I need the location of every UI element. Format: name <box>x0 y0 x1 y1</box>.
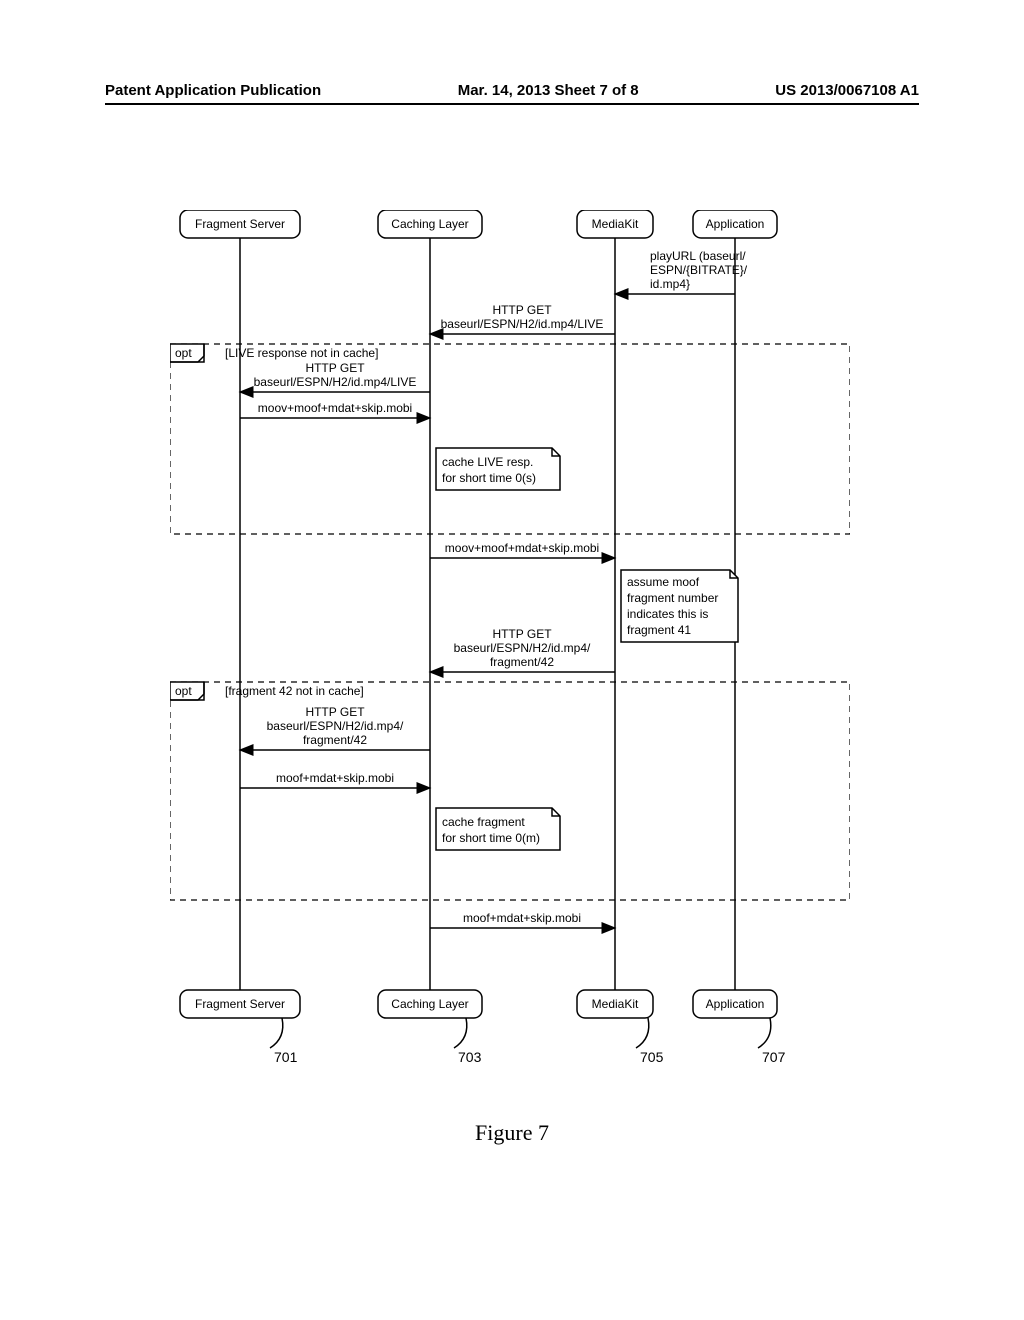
opt-block-live-not-in-cache: opt [LIVE response not in cache] <box>170 344 850 534</box>
svg-text:moof+mdat+skip.mobi: moof+mdat+skip.mobi <box>276 771 394 785</box>
svg-text:moov+moof+mdat+skip.mobi: moov+moof+mdat+skip.mobi <box>445 541 599 555</box>
svg-text:moof+mdat+skip.mobi: moof+mdat+skip.mobi <box>463 911 581 925</box>
svg-text:fragment/42: fragment/42 <box>303 733 367 747</box>
svg-text:705: 705 <box>640 1049 664 1065</box>
participant-application-top: Application <box>693 210 777 238</box>
svg-text:HTTP GET: HTTP GET <box>305 361 365 375</box>
svg-text:opt: opt <box>175 346 192 360</box>
header-left: Patent Application Publication <box>105 82 321 99</box>
participant-fragment-server-bottom: Fragment Server <box>180 990 300 1018</box>
svg-text:opt: opt <box>175 684 192 698</box>
msg-moof-to-cache: moof+mdat+skip.mobi <box>240 771 430 788</box>
svg-text:MediaKit: MediaKit <box>592 217 639 231</box>
participant-caching-layer-top: Caching Layer <box>378 210 482 238</box>
participant-caching-layer-bottom: Caching Layer <box>378 990 482 1018</box>
svg-text:701: 701 <box>274 1049 298 1065</box>
reference-703: 703 <box>454 1018 482 1065</box>
participant-application-bottom: Application <box>693 990 777 1018</box>
note-cache-live: cache LIVE resp. for short time 0(s) <box>436 448 560 490</box>
svg-text:moov+moof+mdat+skip.mobi: moov+moof+mdat+skip.mobi <box>258 401 412 415</box>
svg-text:cache LIVE resp.: cache LIVE resp. <box>442 455 533 469</box>
svg-text:Caching Layer: Caching Layer <box>391 997 468 1011</box>
svg-text:fragment/42: fragment/42 <box>490 655 554 669</box>
participant-fragment-server-top: Fragment Server <box>180 210 300 238</box>
msg-moof-to-mediakit: moof+mdat+skip.mobi <box>430 911 615 928</box>
svg-text:baseurl/ESPN/H2/id.mp4/: baseurl/ESPN/H2/id.mp4/ <box>454 641 591 655</box>
svg-text:fragment number: fragment number <box>627 591 718 605</box>
svg-text:[fragment 42 not in cache]: [fragment 42 not in cache] <box>225 684 364 698</box>
reference-701: 701 <box>270 1018 298 1065</box>
reference-707: 707 <box>758 1018 786 1065</box>
svg-text:baseurl/ESPN/H2/id.mp4/: baseurl/ESPN/H2/id.mp4/ <box>267 719 404 733</box>
svg-text:HTTP GET: HTTP GET <box>492 627 552 641</box>
svg-text:playURL (baseurl/: playURL (baseurl/ <box>650 249 746 263</box>
msg-moov-to-cache: moov+moof+mdat+skip.mobi <box>240 401 430 418</box>
svg-text:Application: Application <box>706 217 765 231</box>
svg-text:fragment 41: fragment 41 <box>627 623 691 637</box>
svg-text:assume moof: assume moof <box>627 575 700 589</box>
svg-text:Fragment Server: Fragment Server <box>195 997 285 1011</box>
msg-playurl: playURL (baseurl/ ESPN/{BITRATE}/ id.mp4… <box>615 249 748 294</box>
svg-text:for short time 0(m): for short time 0(m) <box>442 831 540 845</box>
reference-705: 705 <box>636 1018 664 1065</box>
opt-block-fragment-not-in-cache: opt [fragment 42 not in cache] <box>170 682 850 900</box>
page-header: Patent Application Publication Mar. 14, … <box>105 82 919 105</box>
figure-caption: Figure 7 <box>0 1120 1024 1146</box>
msg-get-42-cache: HTTP GET baseurl/ESPN/H2/id.mp4/ fragmen… <box>240 705 430 750</box>
svg-text:for short time 0(s): for short time 0(s) <box>442 471 536 485</box>
svg-text:707: 707 <box>762 1049 786 1065</box>
svg-text:ESPN/{BITRATE}/: ESPN/{BITRATE}/ <box>650 263 748 277</box>
svg-text:cache fragment: cache fragment <box>442 815 525 829</box>
svg-text:indicates this is: indicates this is <box>627 607 708 621</box>
msg-get-42-mediakit: HTTP GET baseurl/ESPN/H2/id.mp4/ fragmen… <box>430 627 615 672</box>
svg-text:703: 703 <box>458 1049 482 1065</box>
svg-text:id.mp4}: id.mp4} <box>650 277 690 291</box>
svg-text:HTTP GET: HTTP GET <box>305 705 365 719</box>
msg-get-live-mediakit: HTTP GET baseurl/ESPN/H2/id.mp4/LIVE <box>430 303 615 334</box>
msg-get-live-cache: HTTP GET baseurl/ESPN/H2/id.mp4/LIVE <box>240 361 430 392</box>
svg-text:baseurl/ESPN/H2/id.mp4/LIVE: baseurl/ESPN/H2/id.mp4/LIVE <box>254 375 417 389</box>
header-right: US 2013/0067108 A1 <box>775 82 919 99</box>
participant-mediakit-top: MediaKit <box>577 210 653 238</box>
participant-mediakit-bottom: MediaKit <box>577 990 653 1018</box>
msg-moov-to-mediakit: moov+moof+mdat+skip.mobi <box>430 541 615 558</box>
svg-text:[LIVE response not in cache]: [LIVE response not in cache] <box>225 346 378 360</box>
svg-text:Fragment Server: Fragment Server <box>195 217 285 231</box>
note-cache-fragment: cache fragment for short time 0(m) <box>436 808 560 850</box>
sequence-diagram: Fragment Server Caching Layer MediaKit A… <box>170 210 850 1080</box>
svg-text:HTTP GET: HTTP GET <box>492 303 552 317</box>
svg-text:Caching Layer: Caching Layer <box>391 217 468 231</box>
svg-text:MediaKit: MediaKit <box>592 997 639 1011</box>
note-assume-moof: assume moof fragment number indicates th… <box>621 570 738 642</box>
svg-text:Application: Application <box>706 997 765 1011</box>
svg-text:baseurl/ESPN/H2/id.mp4/LIVE: baseurl/ESPN/H2/id.mp4/LIVE <box>441 317 604 331</box>
header-center: Mar. 14, 2013 Sheet 7 of 8 <box>458 82 639 99</box>
